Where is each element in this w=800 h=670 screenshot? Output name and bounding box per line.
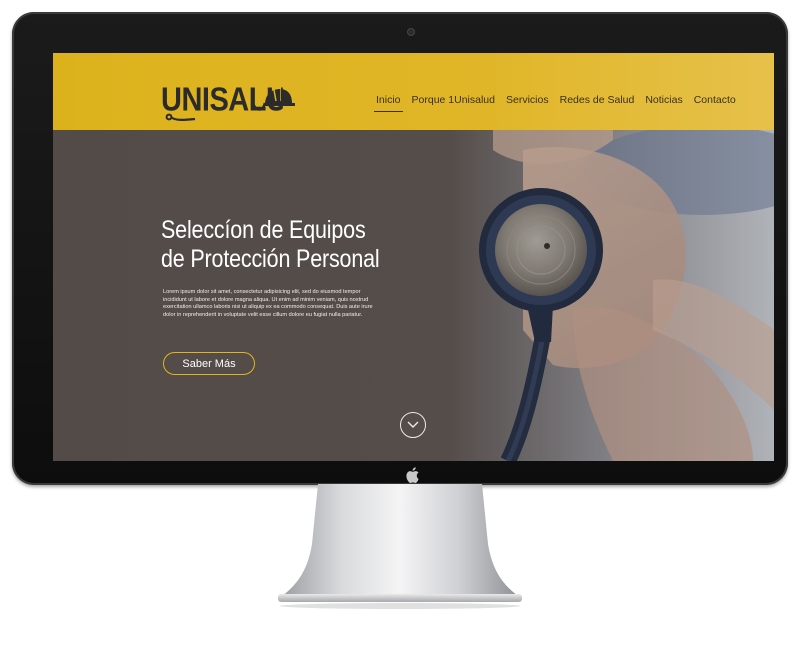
hero-title-line-2: de Protección Personal bbox=[161, 245, 380, 273]
site-logo[interactable]: UNISALUD bbox=[161, 81, 295, 121]
hero-title-line-1: Seleccíon de Equipos bbox=[161, 216, 366, 244]
hero-section: Seleccíon de Equipos de Protección Perso… bbox=[53, 130, 774, 461]
nav-item-inicio[interactable]: Inicio bbox=[371, 94, 406, 112]
apple-logo-icon bbox=[406, 467, 419, 483]
site-header: UNISALUD Inicio Porque 1Unisalud Servici… bbox=[53, 53, 774, 130]
nav-item-redes-de-salud[interactable]: Redes de Salud bbox=[555, 94, 640, 106]
camera-icon bbox=[407, 28, 415, 36]
monitor-frame: UNISALUD Inicio Porque 1Unisalud Servici… bbox=[12, 12, 788, 485]
nav-item-servicios[interactable]: Servicios bbox=[501, 94, 554, 106]
chevron-down-icon bbox=[407, 421, 419, 428]
monitor-stand bbox=[278, 484, 522, 609]
nav-item-porque-unisalud[interactable]: Porque 1Unisalud bbox=[407, 94, 500, 106]
hero-title: Seleccíon de Equipos de Protección Perso… bbox=[161, 216, 385, 274]
nav-item-contacto[interactable]: Contacto bbox=[689, 94, 741, 106]
website-screen: UNISALUD Inicio Porque 1Unisalud Servici… bbox=[53, 53, 774, 461]
saber-mas-button[interactable]: Saber Más bbox=[163, 352, 255, 375]
main-nav: Inicio Porque 1Unisalud Servicios Redes … bbox=[371, 94, 742, 112]
hero-body-text: Lorem ipsum dolor sit amet, consectetur … bbox=[163, 289, 373, 319]
nav-item-noticias[interactable]: Noticias bbox=[640, 94, 687, 106]
scroll-down-button[interactable] bbox=[400, 412, 426, 438]
